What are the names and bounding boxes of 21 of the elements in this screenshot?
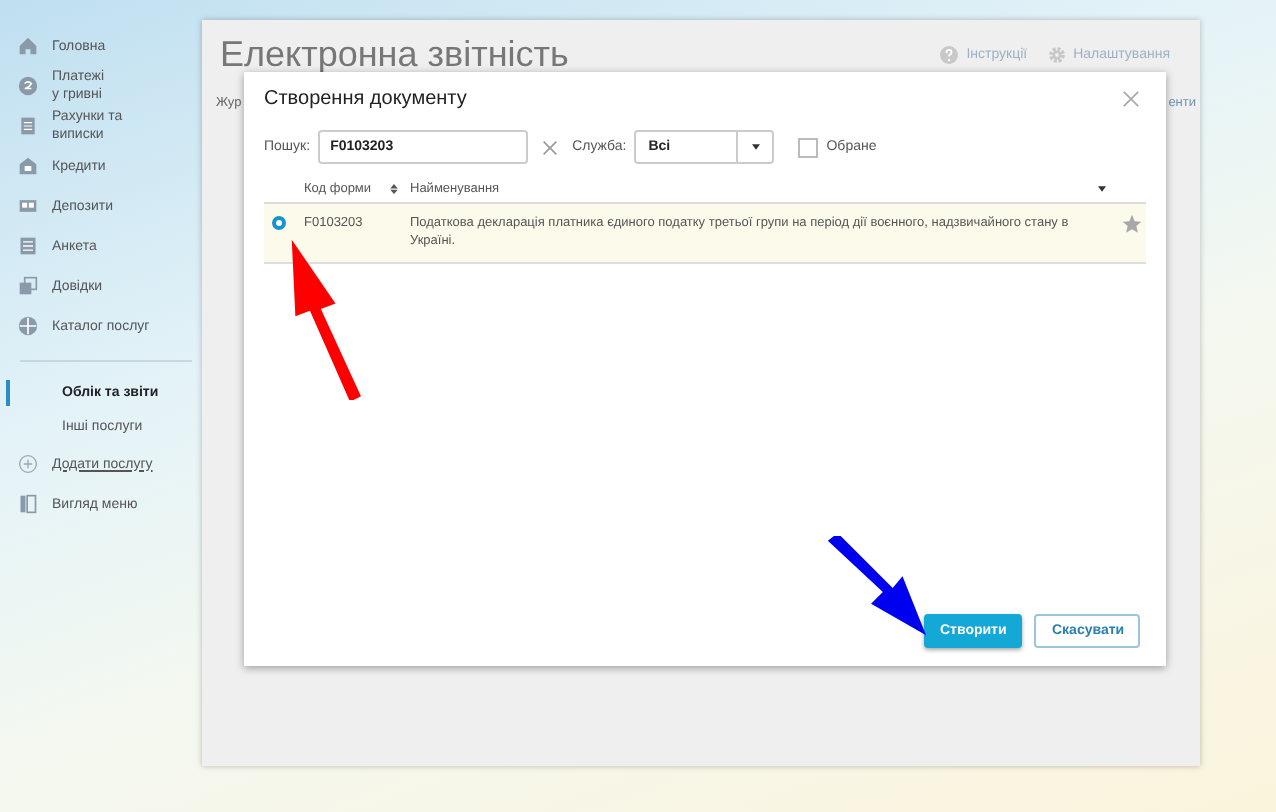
favorites-checkbox[interactable] (798, 137, 819, 157)
plus-icon (18, 454, 38, 474)
caret-icon[interactable] (1098, 185, 1106, 191)
close-icon[interactable] (1122, 90, 1140, 108)
coin-icon (18, 76, 38, 96)
help-icon (940, 46, 959, 64)
page-title: Електронна звітність (220, 34, 569, 76)
home-icon (18, 36, 38, 56)
sort-icon[interactable] (390, 183, 398, 193)
radio-button[interactable] (272, 216, 286, 230)
copy-icon (18, 276, 38, 296)
doc-icon (18, 116, 38, 136)
columns-icon (18, 494, 38, 514)
globe-icon (18, 316, 38, 336)
star-icon[interactable] (1122, 214, 1142, 234)
card-icon (18, 196, 38, 216)
caret-icon (751, 144, 760, 150)
clear-icon[interactable] (542, 139, 559, 155)
dialog-title: Створення документу (264, 88, 467, 110)
settings-icon (1047, 46, 1066, 64)
list-icon (18, 236, 38, 256)
